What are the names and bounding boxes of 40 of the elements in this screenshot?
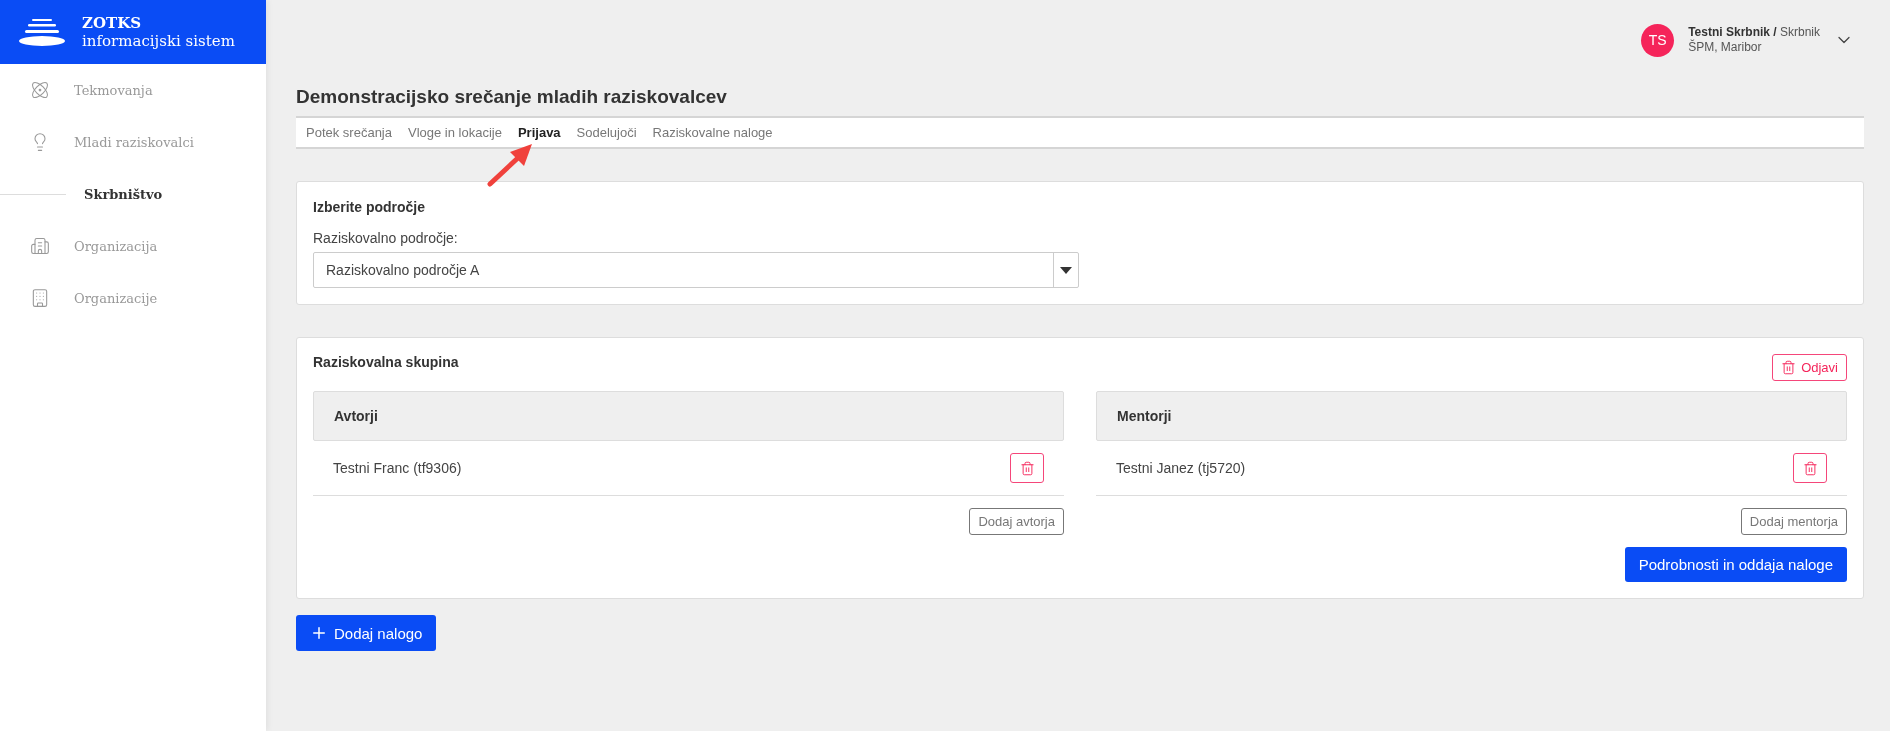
plus-icon — [310, 624, 328, 642]
add-member-button[interactable]: Dodaj mentorja — [1740, 508, 1847, 535]
brand-subtitle: informacijski sistem — [82, 32, 235, 50]
sidebar-item[interactable]: Organizacija — [0, 220, 266, 272]
sidebar-item[interactable]: Tekmovanja — [0, 64, 266, 116]
sidebar-item[interactable]: Mladi raziskovalci — [0, 116, 266, 168]
caret-icon — [1060, 266, 1072, 274]
user-avatar[interactable]: TS — [1641, 23, 1675, 57]
tab[interactable]: Sodelujoči — [576, 125, 637, 140]
member-name: Testni Franc (tf9306) — [333, 460, 462, 476]
delete-button[interactable] — [1793, 453, 1827, 483]
add-member-button[interactable]: Dodaj avtorja — [969, 508, 1064, 535]
area-select[interactable]: Raziskovalno področje A — [313, 252, 1079, 288]
column-header: Avtorji — [313, 391, 1064, 441]
atom-icon — [30, 80, 50, 100]
user-organization: ŠPM, Maribor — [1688, 40, 1763, 55]
building-icon — [30, 236, 50, 256]
submit-button[interactable]: Podrobnosti in oddaja naloge — [1624, 547, 1847, 582]
member-name: Testni Janez (tj5720) — [1116, 460, 1246, 476]
delete-button[interactable] — [1010, 453, 1044, 483]
tab[interactable]: Vloge in lokacije — [408, 125, 502, 140]
logo-icon — [18, 17, 66, 47]
field-label: Raziskovalno področje: — [313, 230, 459, 246]
tab[interactable]: Raziskovalne naloge — [652, 125, 773, 140]
sidebar-item[interactable]: Skrbništvo — [0, 168, 266, 220]
tab[interactable]: Potek srečanja — [306, 125, 392, 140]
add-task-button[interactable]: Dodaj nalogo — [296, 615, 437, 651]
trash-icon — [1019, 460, 1035, 476]
office-building-icon — [30, 288, 50, 308]
page-title: Demonstracijsko srečanje mladih raziskovalcev — [296, 86, 728, 108]
trash-icon — [1781, 360, 1797, 375]
sidebar-item[interactable]: Organizacije — [0, 272, 266, 324]
brand-name: ZOTKS — [82, 14, 143, 32]
unregister-button[interactable]: Odjavi — [1772, 354, 1847, 381]
column-header: Mentorji — [1096, 391, 1847, 441]
tab[interactable]: Prijava — [517, 125, 561, 140]
card-title: Raziskovalna skupina — [313, 354, 459, 370]
user-name: Testni Skrbnik / Skrbnik — [1688, 25, 1820, 39]
card-title: Izberite področje — [313, 199, 426, 215]
trash-icon — [1802, 460, 1818, 476]
